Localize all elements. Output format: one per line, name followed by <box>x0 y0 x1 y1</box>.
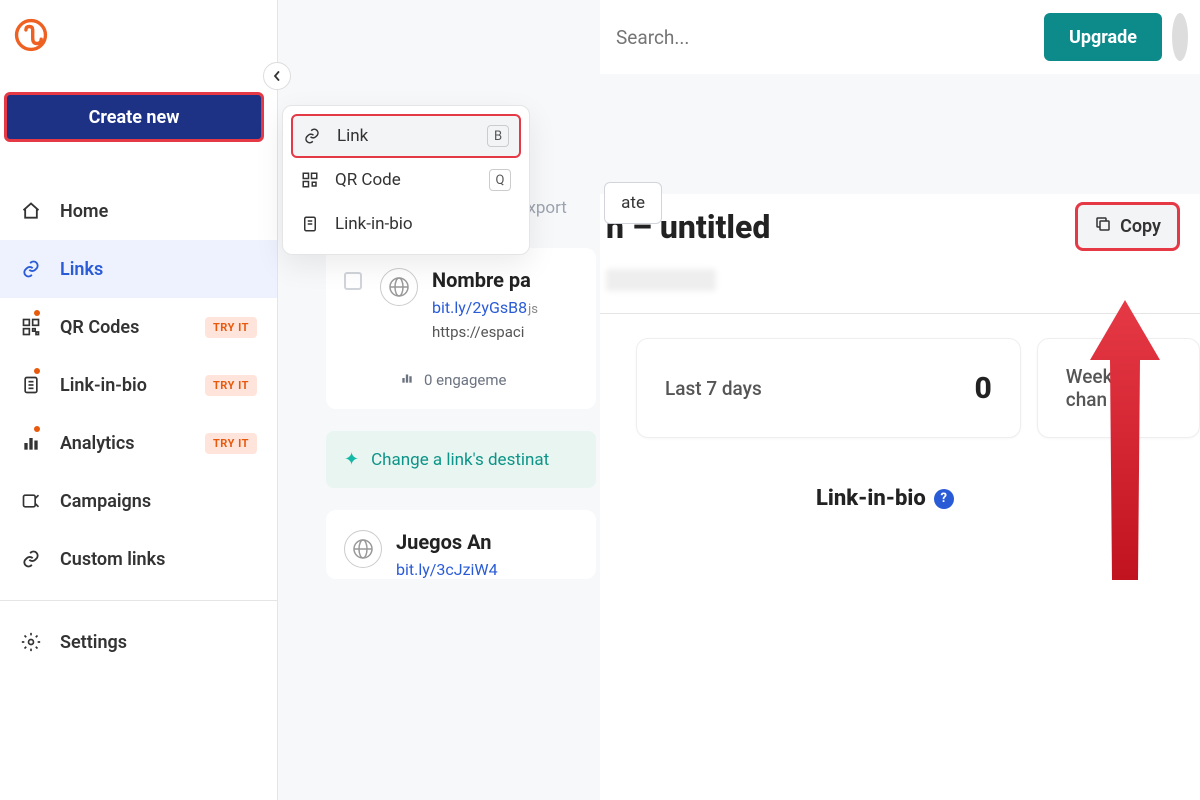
create-dropdown: Link B QR Code Q Link-in-bio <box>282 105 530 255</box>
kbd-shortcut: Q <box>489 169 511 191</box>
nav-label: Link-in-bio <box>60 375 147 396</box>
link-title: Nombre pa <box>432 268 538 292</box>
nav-link-in-bio[interactable]: Link-in-bio TRY IT <box>0 356 277 414</box>
date-pill[interactable]: ate <box>604 182 662 224</box>
globe-icon <box>344 530 382 568</box>
detail-panel: Upgrade ate n – untitled Copy Last 7 day… <box>600 0 1200 800</box>
nav-custom-links[interactable]: Custom links <box>0 530 277 588</box>
sparkle-icon: ✦ <box>344 449 359 470</box>
nav-settings[interactable]: Settings <box>0 613 277 671</box>
nav-label: Analytics <box>60 433 135 454</box>
dropdown-label: Link <box>337 126 368 146</box>
link-card[interactable]: Nombre pa bit.ly/2yGsB8 js https://espac… <box>326 248 596 409</box>
dropdown-label: Link-in-bio <box>335 214 413 234</box>
new-dot-icon <box>34 310 40 316</box>
link-icon <box>20 258 42 280</box>
short-link[interactable]: bit.ly/2yGsB8 <box>432 298 527 317</box>
copy-button[interactable]: Copy <box>1075 202 1180 251</box>
divider <box>0 600 277 601</box>
nav-label: QR Codes <box>60 317 139 338</box>
collapse-sidebar-button[interactable] <box>263 62 291 90</box>
nav-label: Home <box>60 201 108 222</box>
stat-value: 0 <box>974 371 991 406</box>
upgrade-button[interactable]: Upgrade <box>1044 13 1162 61</box>
promo-banner[interactable]: ✦ Change a link's destinat <box>326 431 596 488</box>
try-it-badge: TRY IT <box>205 375 257 396</box>
link-checkbox[interactable] <box>344 272 362 290</box>
nav-label: Links <box>60 259 103 280</box>
nav-links[interactable]: Links <box>0 240 277 298</box>
blurred-url <box>606 269 716 291</box>
stats-row: Last 7 days 0 Weekly chan <box>600 314 1200 438</box>
globe-icon <box>380 268 418 306</box>
new-dot-icon <box>34 368 40 374</box>
promo-text: Change a link's destinat <box>371 450 549 470</box>
try-it-badge: TRY IT <box>205 433 257 454</box>
nav-label: Custom links <box>60 549 165 570</box>
page-icon <box>20 374 42 396</box>
kbd-shortcut: B <box>487 125 509 147</box>
new-dot-icon <box>34 426 40 432</box>
dropdown-link[interactable]: Link B <box>291 114 521 158</box>
stat-label: Weekly chan <box>1066 365 1171 411</box>
dropdown-qr[interactable]: QR Code Q <box>291 158 521 202</box>
nav-qr-codes[interactable]: QR Codes TRY IT <box>0 298 277 356</box>
analytics-icon <box>20 432 42 454</box>
nav-label: Settings <box>60 632 127 653</box>
nav-label: Campaigns <box>60 491 151 512</box>
nav: Home Links QR Codes TRY IT Link-in-bio T… <box>0 182 277 671</box>
long-url: https://espaci <box>432 323 538 341</box>
stat-last-7-days: Last 7 days 0 <box>636 338 1021 438</box>
sidebar: Create new Home Links QR Codes TRY IT Li… <box>0 0 278 800</box>
link-title: Juegos An <box>396 530 498 554</box>
gray-region: ate <box>600 74 1200 194</box>
dropdown-link-in-bio[interactable]: Link-in-bio <box>291 202 521 246</box>
stat-label: Last 7 days <box>665 377 762 400</box>
search-input[interactable] <box>612 14 1028 60</box>
qr-icon <box>301 171 321 189</box>
try-it-badge: TRY IT <box>205 317 257 338</box>
gear-icon <box>20 631 42 653</box>
qr-icon <box>20 316 42 338</box>
copy-icon <box>1094 215 1112 238</box>
nav-home[interactable]: Home <box>0 182 277 240</box>
short-suffix: js <box>528 302 538 317</box>
top-bar: Upgrade <box>600 0 1200 74</box>
avatar[interactable] <box>1172 13 1188 61</box>
nav-campaigns[interactable]: Campaigns <box>0 472 277 530</box>
create-new-button[interactable]: Create new <box>4 92 264 142</box>
copy-label: Copy <box>1120 216 1161 237</box>
link-card[interactable]: Juegos An bit.ly/3cJziW4 <box>326 510 596 579</box>
engagement-text: 0 engageme <box>424 371 506 389</box>
nav-analytics[interactable]: Analytics TRY IT <box>0 414 277 472</box>
home-icon <box>20 200 42 222</box>
campaigns-icon <box>20 490 42 512</box>
section-title: Link-in-bio <box>816 486 926 511</box>
bar-chart-icon <box>400 371 414 389</box>
link-icon <box>303 127 323 145</box>
dropdown-label: QR Code <box>335 170 401 190</box>
short-link[interactable]: bit.ly/3cJziW4 <box>396 560 498 579</box>
help-icon[interactable]: ? <box>934 489 954 509</box>
engagement-row: 0 engageme <box>400 371 596 389</box>
bitly-logo <box>14 18 48 52</box>
page-icon <box>301 215 321 233</box>
custom-link-icon <box>20 548 42 570</box>
stat-weekly-change: Weekly chan <box>1037 338 1200 438</box>
link-in-bio-section: Link-in-bio ? <box>600 438 1200 511</box>
